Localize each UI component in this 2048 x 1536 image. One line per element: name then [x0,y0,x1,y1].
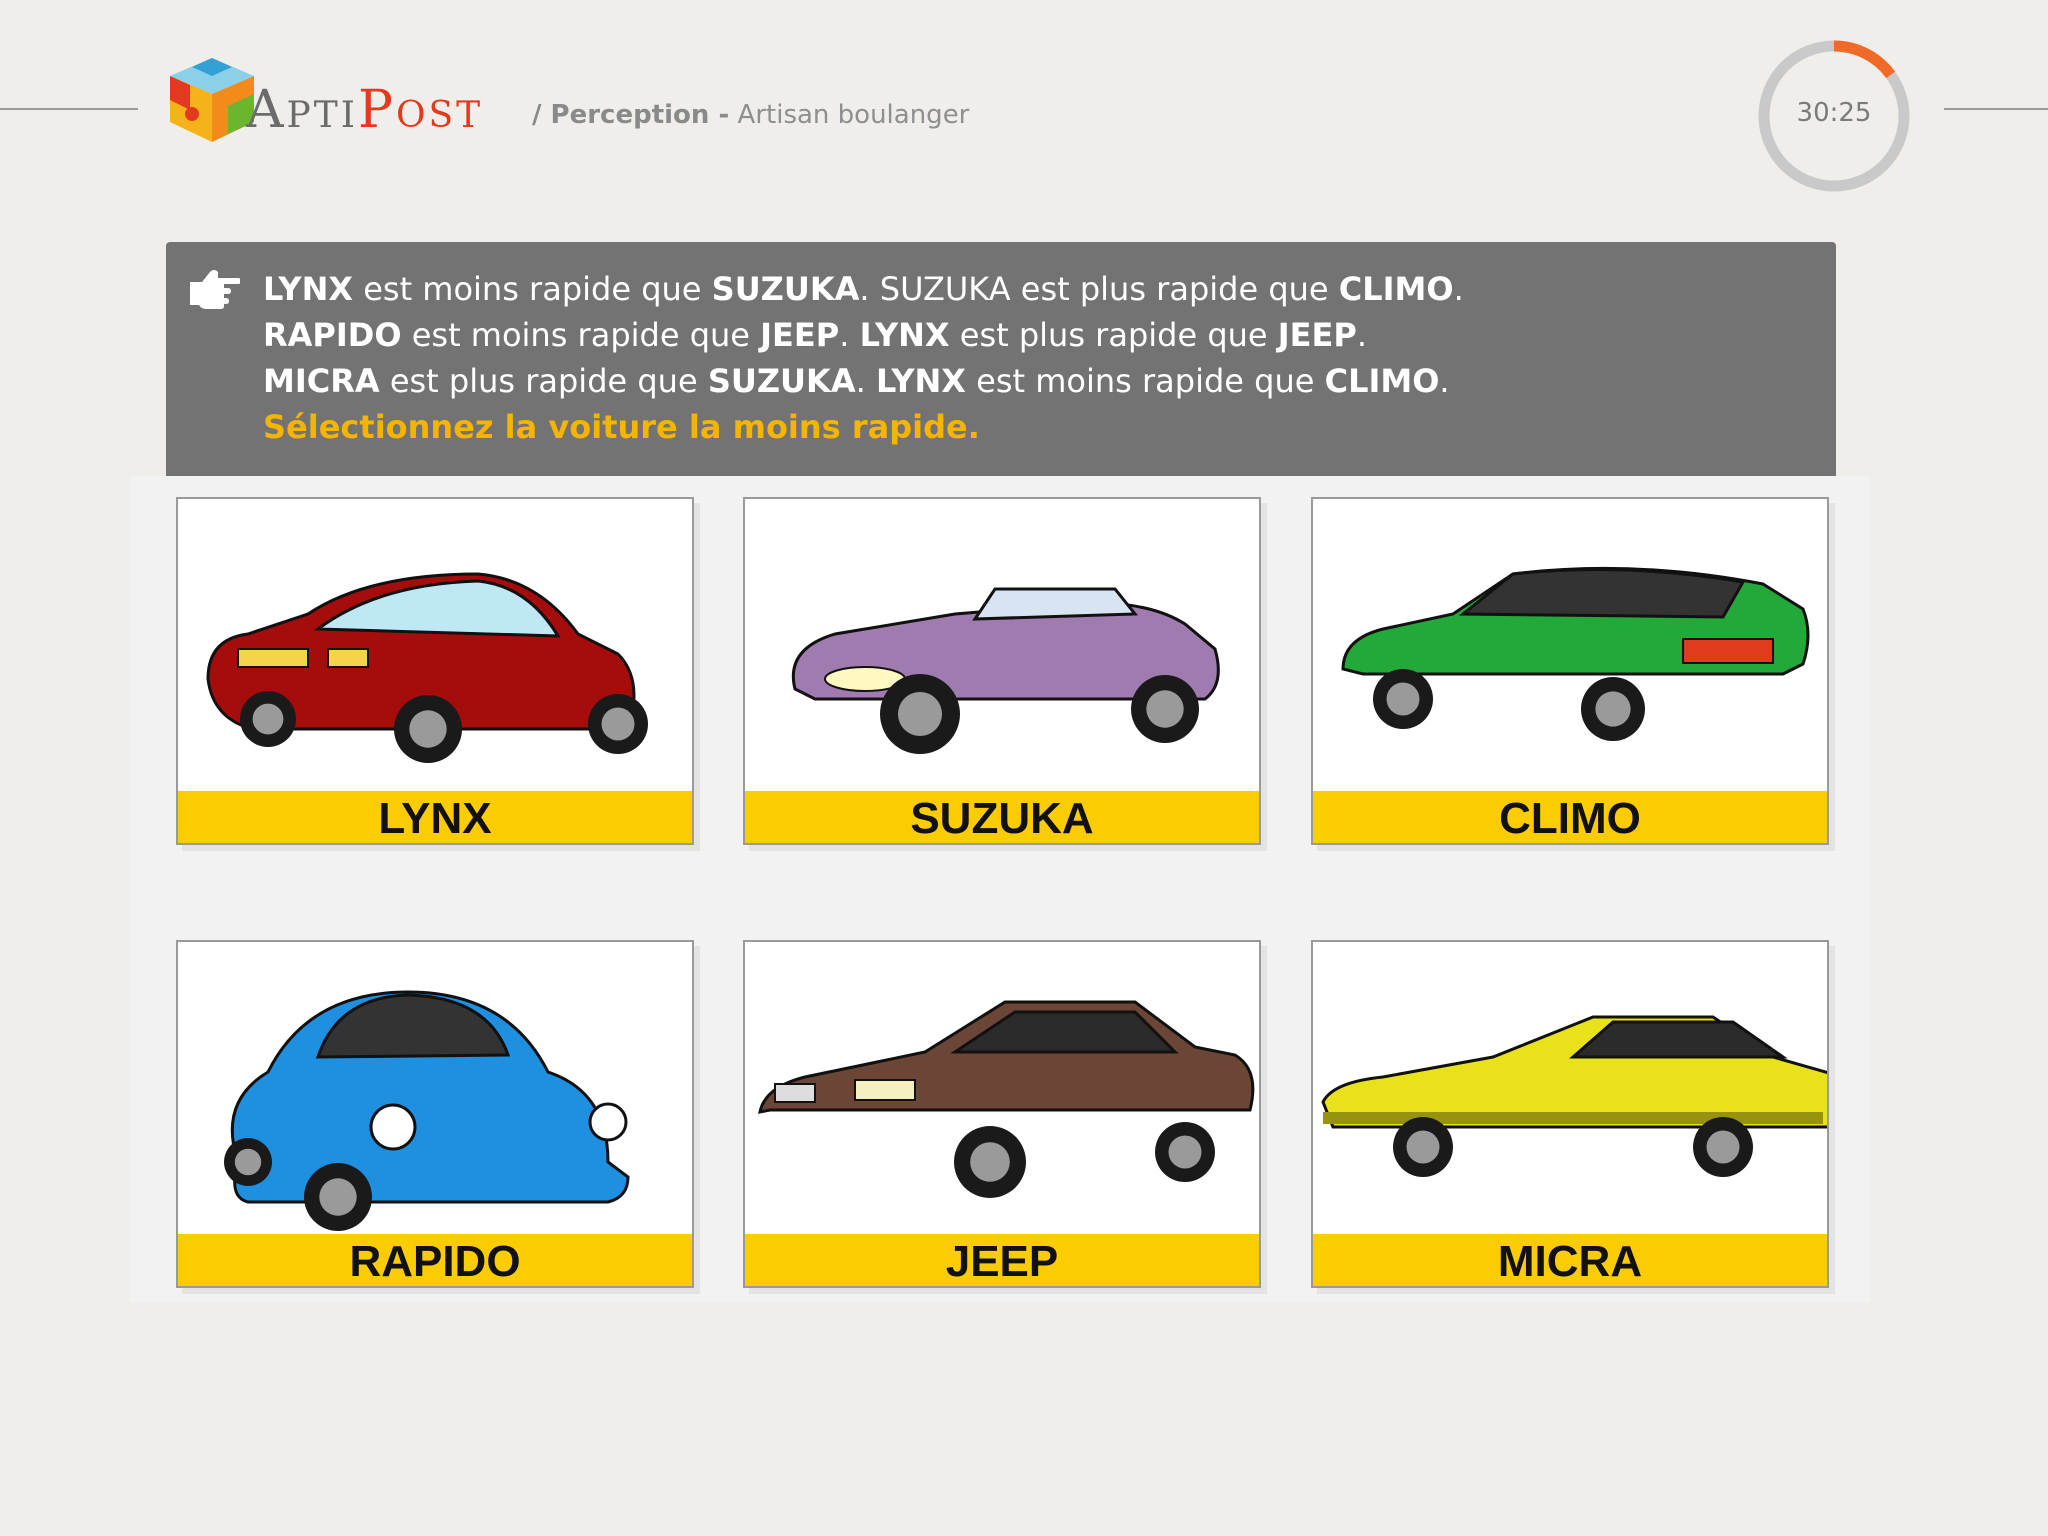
car-name-emphasis: JEEP [760,316,840,354]
car-name-emphasis: LYNX [263,270,354,308]
clue-text: . [1453,270,1464,308]
pointing-hand-icon [190,270,240,309]
car-name-emphasis: JEEP [1277,316,1357,354]
car-name-emphasis: SUZUKA [711,270,860,308]
breadcrumb-section: / Perception - [532,100,730,130]
car-illustration [1341,566,1810,741]
header-rule-left [0,108,138,110]
countdown-timer: 30:25 [1796,98,1872,128]
clue-text: est plus rapide que [379,362,708,400]
car-name-emphasis: CLIMO [1338,270,1454,308]
clue-line-1: LYNX est moins rapide que SUZUKA. SUZUKA… [263,266,1816,312]
car-option-suzuka[interactable]: SUZUKA [743,497,1261,845]
car-option-lynx[interactable]: LYNX [176,497,694,845]
car-illustration [206,572,648,763]
car-option-rapido[interactable]: RAPIDO [176,940,694,1288]
car-illustration [791,587,1220,754]
car-option-label: SUZUKA [745,791,1259,843]
clue-text: . [855,362,876,400]
car-name-emphasis: RAPIDO [263,316,402,354]
car-name-emphasis: MICRA [263,362,380,400]
car-option-micra[interactable]: MICRA [1311,940,1829,1288]
car-option-jeep[interactable]: JEEP [743,940,1261,1288]
car-option-label: CLIMO [1313,791,1827,843]
clue-text: est moins rapide que [353,270,712,308]
car-option-label: JEEP [745,1234,1259,1286]
car-illustration [758,1000,1255,1198]
car-option-climo[interactable]: CLIMO [1311,497,1829,845]
clue-text: est plus rapide que [949,316,1278,354]
clue-text: . [839,316,860,354]
clue-text: . SUZUKA est plus rapide que [859,270,1339,308]
clue-line-2: RAPIDO est moins rapide que JEEP. LYNX e… [263,312,1816,358]
clue-text: . [1439,362,1450,400]
car-illustration [1321,1015,1827,1177]
car-name-emphasis: SUZUKA [707,362,856,400]
clue-text: est moins rapide que [965,362,1325,400]
car-name-emphasis: LYNX [859,316,950,354]
car-option-label: RAPIDO [178,1234,692,1286]
breadcrumb-page: Artisan boulanger [737,100,970,130]
car-option-label: LYNX [178,791,692,843]
clue-text: . [1356,316,1368,354]
car-name-emphasis: LYNX [875,362,966,400]
car-name-emphasis: CLIMO [1324,362,1440,400]
clue-text: est moins rapide que [401,316,761,354]
clue-line-3: MICRA est plus rapide que SUZUKA. LYNX e… [263,358,1816,404]
car-option-label: MICRA [1313,1234,1827,1286]
breadcrumb: / Perception - Artisan boulanger [532,100,969,130]
brand-name: AptiPost [246,80,484,140]
instructions-panel: LYNX est moins rapide que SUZUKA. SUZUKA… [166,242,1836,476]
header-rule-right [1944,108,2048,110]
question-text: Sélectionnez la voiture la moins rapide. [263,408,980,446]
car-illustration [224,990,630,1231]
